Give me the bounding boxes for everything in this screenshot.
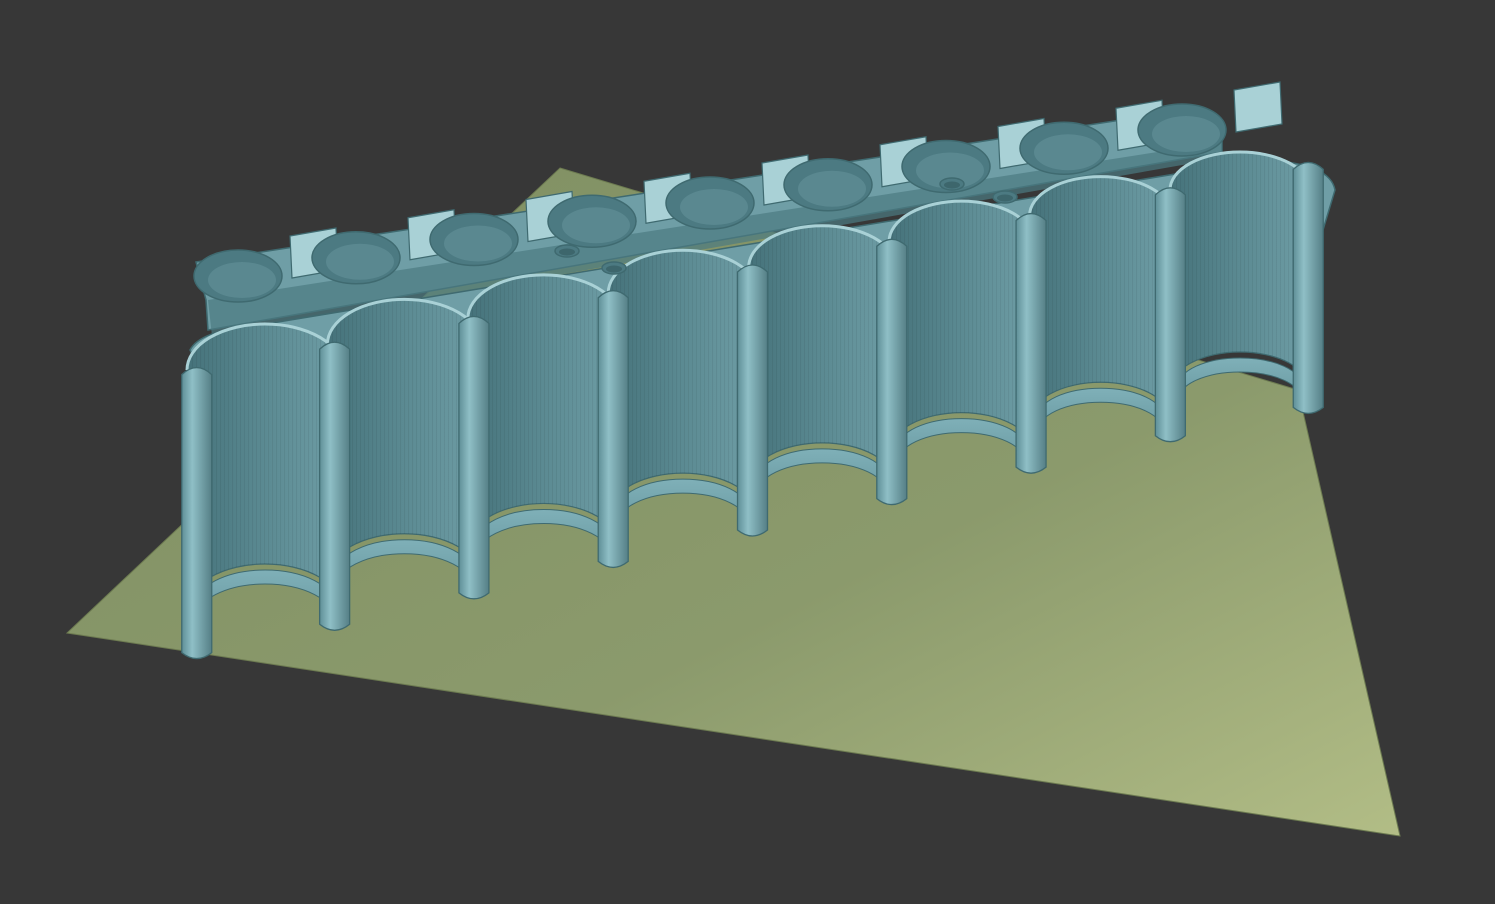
front-row-post [181,366,213,660]
front-row-post [458,315,490,600]
front-row-post [876,238,908,506]
front-row-post [1015,212,1047,474]
back-row-cup-inner [208,262,276,298]
back-row-tab [1233,81,1283,133]
front-row-post [597,290,629,569]
scene-canvas[interactable] [0,0,1495,899]
front-row-post [1292,161,1324,415]
back-row-cup-inner [444,225,512,262]
small-hole-inner [944,181,960,189]
front-row-post [318,341,351,631]
front-row-post [736,264,769,537]
small-hole-inner [559,248,575,256]
back-row-cup-inner [1034,134,1102,171]
small-hole-inner [997,194,1013,202]
front-row-cup-ribs [1170,152,1310,390]
back-row-cup-inner [1152,116,1220,152]
small-hole-inner [606,265,622,273]
front-row-post [1154,187,1187,443]
back-row-cup-inner [798,170,866,207]
back-row-cup-inner [562,207,630,244]
3d-viewport[interactable] [0,0,1495,899]
back-row-cup-inner [326,243,394,280]
back-row-cup-inner [680,189,748,225]
